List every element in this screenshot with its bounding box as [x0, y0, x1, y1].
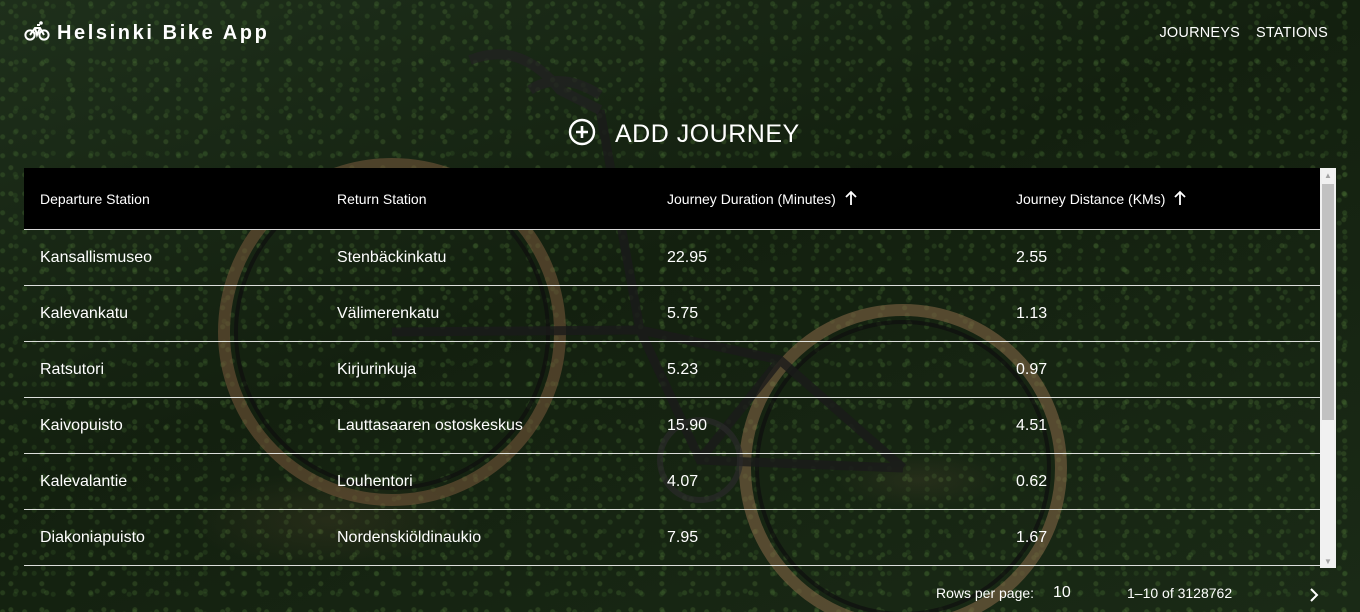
cell-departure-station: Kansallismuseo: [40, 248, 153, 266]
table-header: Departure Station Return Station Journey…: [24, 168, 1320, 230]
cell-journey-duration: 5.75: [667, 304, 699, 322]
header-journey-distance[interactable]: Journey Distance (KMs): [1016, 168, 1187, 230]
header-label: Journey Duration (Minutes): [667, 191, 836, 207]
cell-departure-station: Kalevankatu: [40, 304, 129, 322]
table-row[interactable]: Diakoniapuisto Nordenskiöldinaukio 7.95 …: [24, 510, 1320, 566]
scroll-up-arrow-icon[interactable]: ▲: [1320, 168, 1336, 182]
scrollbar-thumb[interactable]: [1322, 184, 1334, 420]
cell-departure-station: Kaivopuisto: [40, 416, 123, 434]
cell-journey-distance: 4.51: [1016, 416, 1048, 434]
cell-return-station: Lauttasaaren ostoskeskus: [337, 416, 523, 434]
table-row[interactable]: Kansallismuseo Stenbäckinkatu 22.95 2.55: [24, 230, 1320, 286]
cell-departure-station: Diakoniapuisto: [40, 528, 145, 546]
nav-journeys[interactable]: JOURNEYS: [1159, 25, 1240, 41]
cell-departure-station: Ratsutori: [40, 360, 105, 378]
cell-journey-distance: 1.67: [1016, 528, 1048, 546]
table-pagination: Rows per page: 10 1–10 of 3128762: [0, 574, 1360, 612]
arrow-up-icon: [1173, 190, 1187, 209]
cell-departure-station: Kalevalantie: [40, 472, 128, 490]
add-journey-label: ADD JOURNEY: [615, 120, 800, 148]
table-scrollbar[interactable]: ▲ ▼: [1320, 168, 1336, 568]
cell-journey-duration: 4.07: [667, 472, 699, 490]
header-label: Departure Station: [40, 191, 150, 207]
app-title: Helsinki Bike App: [57, 21, 270, 44]
cell-return-station: Nordenskiöldinaukio: [337, 528, 482, 546]
arrow-up-icon: [844, 190, 858, 209]
table-row[interactable]: Ratsutori Kirjurinkuja 5.23 0.97: [24, 342, 1320, 398]
cell-journey-duration: 15.90: [667, 416, 708, 434]
nav-stations[interactable]: STATIONS: [1256, 25, 1328, 41]
main-nav: JOURNEYS STATIONS: [1159, 25, 1328, 41]
header-departure-station[interactable]: Departure Station: [40, 168, 150, 230]
journeys-table: Departure Station Return Station Journey…: [24, 168, 1336, 568]
add-journey-button[interactable]: ADD JOURNEY: [568, 118, 800, 151]
table-row[interactable]: Kalevalantie Louhentori 4.07 0.62: [24, 454, 1320, 510]
header-journey-duration[interactable]: Journey Duration (Minutes): [667, 168, 858, 230]
header-return-station[interactable]: Return Station: [337, 168, 427, 230]
app-bar: Helsinki Bike App JOURNEYS STATIONS: [0, 0, 1360, 66]
pagination-range: 1–10 of 3128762: [1127, 585, 1233, 601]
chevron-right-icon[interactable]: [1302, 583, 1326, 607]
cell-return-station: Välimerenkatu: [337, 304, 440, 322]
table-row[interactable]: Kalevankatu Välimerenkatu 5.75 1.13: [24, 286, 1320, 342]
cell-return-station: Stenbäckinkatu: [337, 248, 447, 266]
cell-journey-distance: 2.55: [1016, 248, 1048, 266]
cell-journey-duration: 5.23: [667, 360, 699, 378]
header-label: Journey Distance (KMs): [1016, 191, 1166, 207]
rows-per-page-select[interactable]: 10: [1053, 584, 1071, 602]
cell-journey-distance: 0.62: [1016, 472, 1048, 490]
cell-journey-distance: 1.13: [1016, 304, 1048, 322]
table-body: Kansallismuseo Stenbäckinkatu 22.95 2.55…: [24, 230, 1320, 566]
table-row[interactable]: Kaivopuisto Lauttasaaren ostoskeskus 15.…: [24, 398, 1320, 454]
scroll-down-arrow-icon[interactable]: ▼: [1320, 554, 1336, 568]
cell-return-station: Kirjurinkuja: [337, 360, 417, 378]
add-circle-icon: [568, 118, 596, 151]
bicycle-icon: [24, 20, 50, 47]
brand[interactable]: Helsinki Bike App: [24, 20, 269, 47]
rows-per-page-label: Rows per page:: [936, 585, 1035, 601]
cell-return-station: Louhentori: [337, 472, 413, 490]
header-label: Return Station: [337, 191, 427, 207]
cell-journey-distance: 0.97: [1016, 360, 1048, 378]
cell-journey-duration: 7.95: [667, 528, 699, 546]
cell-journey-duration: 22.95: [667, 248, 708, 266]
